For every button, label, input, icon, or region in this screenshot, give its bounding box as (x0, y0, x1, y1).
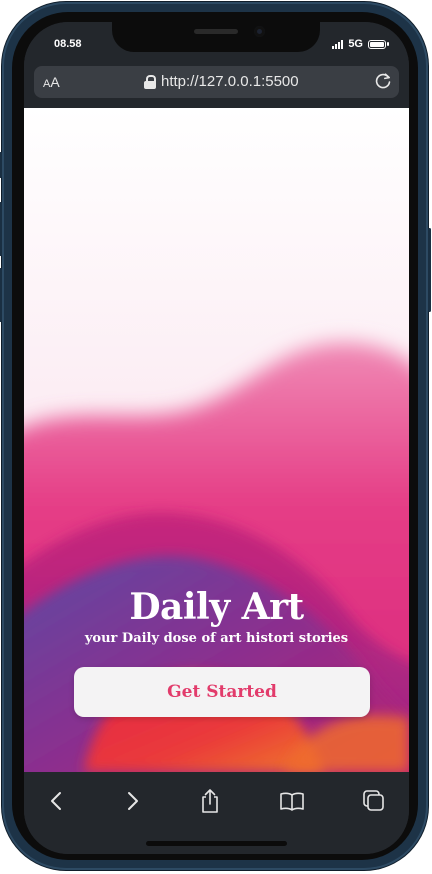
network-label: 5G (348, 38, 363, 50)
front-camera (254, 26, 265, 37)
lock-icon (144, 74, 156, 89)
tabs-button[interactable] (354, 786, 394, 816)
status-indicators: 5G (332, 38, 389, 50)
url-text: http://127.0.0.1:5500 (161, 73, 299, 90)
volume-down-button (0, 268, 2, 322)
text-size-label-large: A (50, 74, 60, 90)
address-bar[interactable]: AA http://127.0.0.1:5500 (34, 66, 399, 98)
share-icon (202, 789, 218, 813)
forward-icon (128, 792, 138, 810)
share-button[interactable] (190, 786, 230, 816)
signal-icon (332, 39, 344, 49)
back-button[interactable] (37, 786, 77, 816)
power-button (428, 228, 431, 312)
battery-icon (368, 39, 386, 49)
get-started-button[interactable]: Get Started (74, 667, 370, 717)
bookmarks-button[interactable] (272, 786, 312, 816)
phone-screen: 08.58 5G AA http://127.0.0.1:5500 Daily … (24, 22, 409, 854)
notch (112, 22, 320, 52)
status-bar: 08.58 5G (24, 22, 409, 66)
status-time: 08.58 (54, 38, 82, 50)
back-icon (51, 792, 61, 810)
tabs-icon (363, 790, 384, 811)
browser-toolbar (24, 772, 409, 854)
page-title: Daily Art (129, 586, 304, 628)
url-display[interactable]: http://127.0.0.1:5500 (144, 73, 299, 90)
volume-up-button (0, 202, 2, 256)
text-size-button[interactable]: AA (43, 74, 60, 90)
web-content: Daily Art your Daily dose of art histori… (24, 108, 409, 772)
mute-switch (0, 152, 2, 178)
battery-tip (387, 42, 389, 46)
forward-button[interactable] (112, 786, 152, 816)
speaker-grille (194, 29, 238, 34)
reload-icon[interactable] (373, 71, 393, 91)
home-indicator (146, 841, 287, 846)
page-subtitle: your Daily dose of art histori stories (84, 631, 349, 646)
bookmarks-icon (280, 792, 304, 811)
